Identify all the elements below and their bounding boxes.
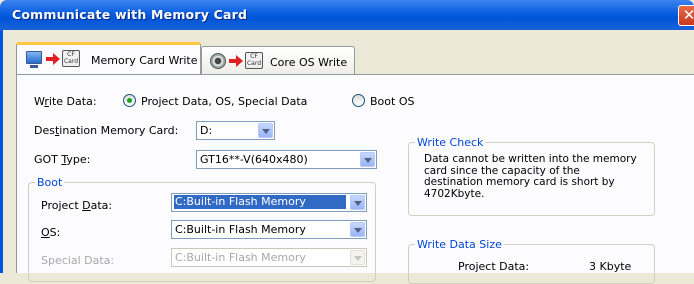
got-type-select[interactable]: GT16**-V(640x480) xyxy=(196,150,377,169)
write-check-legend: Write Check xyxy=(415,136,486,149)
tab-label: Memory Card Write xyxy=(91,54,198,67)
project-data-label: Project Data: xyxy=(41,199,113,212)
write-check-line: destination memory card is short by xyxy=(424,176,615,188)
window-title: Communicate with Memory Card xyxy=(12,7,248,22)
destination-value: D: xyxy=(200,124,213,137)
boot-group-legend: Boot xyxy=(35,176,65,189)
title-bar[interactable]: Communicate with Memory Card ✕ xyxy=(0,0,694,30)
os-select[interactable]: C:Built-in Flash Memory xyxy=(171,220,367,239)
radio-label-project-data-os-special[interactable]: Project Data, OS, Special Data xyxy=(141,95,307,108)
project-data-size-label: Project Data: xyxy=(458,260,530,273)
close-button[interactable]: ✕ xyxy=(678,5,694,26)
project-data-value: C:Built-in Flash Memory xyxy=(174,195,346,209)
cf-card-icon: CF Card xyxy=(245,52,263,69)
destination-memory-card-label: Destination Memory Card: xyxy=(34,124,179,137)
special-data-select: C:Built-in Flash Memory xyxy=(171,248,367,267)
monitor-stand-icon xyxy=(30,65,38,68)
os-value: C:Built-in Flash Memory xyxy=(175,223,306,236)
write-check-line: Data cannot be written into the memory xyxy=(424,153,637,165)
special-data-label: Special Data: xyxy=(41,254,115,267)
project-data-select[interactable]: C:Built-in Flash Memory xyxy=(171,193,367,212)
chevron-down-icon[interactable] xyxy=(350,222,365,237)
write-check-line: 4702Kbyte. xyxy=(424,187,485,200)
write-data-size-legend: Write Data Size xyxy=(415,238,504,251)
chevron-down-icon[interactable] xyxy=(350,195,365,210)
write-check-message: Data cannot be written into the memory c… xyxy=(424,153,656,200)
special-data-value: C:Built-in Flash Memory xyxy=(175,251,306,264)
tab-memory-card-write[interactable]: CF Card Memory Card Write xyxy=(16,42,201,76)
radio-label-boot-os[interactable]: Boot OS xyxy=(370,95,414,108)
chevron-down-icon[interactable] xyxy=(258,123,273,138)
destination-memory-card-select[interactable]: D: xyxy=(196,121,275,140)
right-arrow-icon xyxy=(229,55,243,67)
tab-label: Core OS Write xyxy=(270,56,348,69)
chevron-down-icon[interactable] xyxy=(360,152,375,167)
radio-boot-os[interactable] xyxy=(352,94,365,107)
os-label: OS: xyxy=(41,226,61,239)
project-data-size-value: 3 Kbyte xyxy=(589,260,632,273)
radio-project-data-os-special[interactable] xyxy=(123,94,136,107)
cf-card-icon: CF Card xyxy=(62,50,80,67)
monitor-icon xyxy=(26,51,42,64)
got-type-label: GOT Type: xyxy=(34,153,91,166)
right-arrow-icon xyxy=(46,53,60,65)
chevron-down-icon xyxy=(350,250,365,265)
write-data-label: Write Data: xyxy=(34,95,97,108)
got-type-value: GT16**-V(640x480) xyxy=(200,153,308,166)
cd-disc-icon xyxy=(210,53,226,69)
